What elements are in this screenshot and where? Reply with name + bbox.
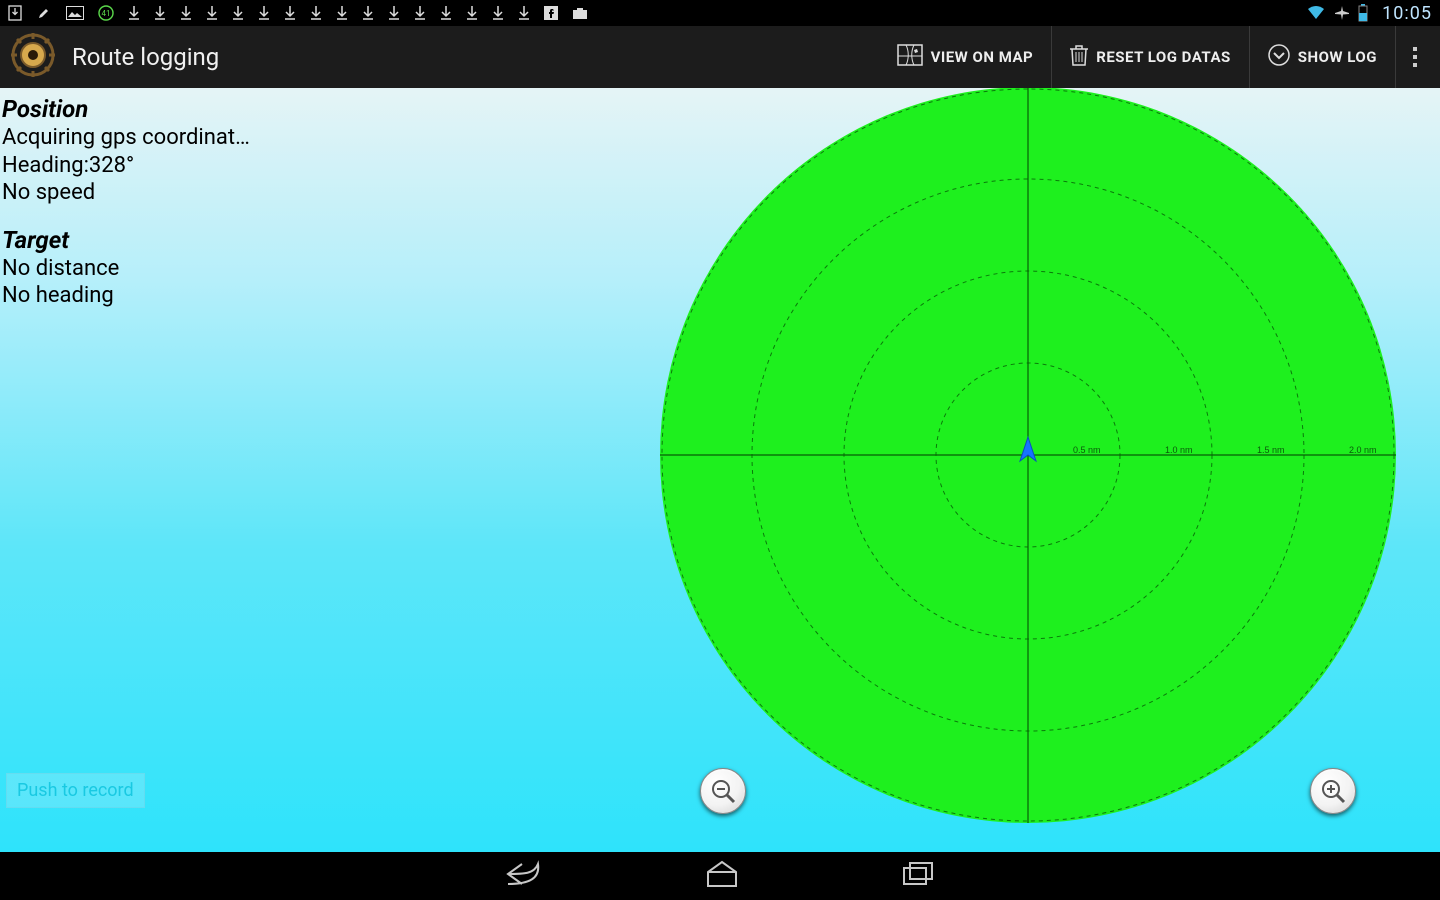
briefcase-icon	[572, 6, 588, 20]
overflow-menu-button[interactable]	[1395, 26, 1434, 88]
download-box-icon	[8, 5, 22, 21]
download-icon	[440, 5, 452, 21]
radar-scope[interactable]: 0.5 nm 1.0 nm 1.5 nm 2.0 nm	[658, 88, 1398, 825]
download-icon	[492, 5, 504, 21]
download-icon	[466, 5, 478, 21]
badge-icon: 41	[98, 5, 114, 21]
download-icon	[180, 5, 192, 21]
ring-label-3: 2.0 nm	[1349, 445, 1377, 455]
home-button[interactable]	[704, 860, 740, 892]
app-action-bar: Route logging VIEW ON MAP RESET LOG DATA…	[0, 26, 1440, 88]
reset-log-button[interactable]: RESET LOG DATAS	[1051, 26, 1249, 88]
svg-text:41: 41	[102, 9, 111, 18]
zoom-in-button[interactable]	[1310, 768, 1356, 814]
status-notifications: 41	[8, 5, 588, 21]
download-icon	[388, 5, 400, 21]
download-icon	[284, 5, 296, 21]
gps-status-text: Acquiring gps coordinat…	[2, 124, 250, 152]
chevron-down-circle-icon	[1268, 44, 1290, 70]
heading-text: Heading:328°	[2, 152, 250, 180]
status-clock: 10:05	[1382, 3, 1432, 24]
view-on-map-button[interactable]: VIEW ON MAP	[879, 26, 1052, 88]
zoom-out-button[interactable]	[700, 768, 746, 814]
download-icon	[336, 5, 348, 21]
speed-text: No speed	[2, 179, 250, 207]
trash-icon	[1070, 44, 1088, 70]
download-icon	[154, 5, 166, 21]
show-log-button[interactable]: SHOW LOG	[1249, 26, 1395, 88]
record-button-label: Push to record	[17, 780, 134, 801]
download-icon	[310, 5, 322, 21]
target-header: Target	[2, 225, 250, 255]
android-status-bar: 41 10:05	[0, 0, 1440, 26]
recents-button[interactable]	[900, 860, 936, 892]
action-buttons: VIEW ON MAP RESET LOG DATAS SHOW LOG	[879, 26, 1434, 88]
record-button[interactable]: Push to record	[6, 773, 145, 808]
download-icon	[362, 5, 374, 21]
app-icon	[10, 32, 56, 82]
airplane-icon	[1334, 5, 1350, 21]
target-heading-text: No heading	[2, 282, 250, 310]
ring-label-1: 1.0 nm	[1165, 445, 1193, 455]
wifi-icon	[1306, 5, 1326, 21]
page-title: Route logging	[72, 43, 219, 71]
content-area: Position Acquiring gps coordinat… Headin…	[0, 88, 1440, 852]
brush-icon	[36, 5, 52, 21]
zoom-in-icon	[1320, 778, 1346, 804]
download-icon	[206, 5, 218, 21]
download-icon	[414, 5, 426, 21]
facebook-icon	[544, 6, 558, 20]
target-distance-text: No distance	[2, 255, 250, 283]
overflow-icon	[1412, 45, 1418, 69]
show-log-label: SHOW LOG	[1298, 48, 1377, 66]
position-header: Position	[2, 94, 250, 124]
download-icon	[518, 5, 530, 21]
download-icon	[258, 5, 270, 21]
status-system: 10:05	[1306, 3, 1432, 24]
download-icon	[232, 5, 244, 21]
view-on-map-label: VIEW ON MAP	[931, 48, 1034, 66]
ring-label-2: 1.5 nm	[1257, 445, 1285, 455]
back-button[interactable]	[504, 860, 544, 892]
android-nav-bar	[0, 852, 1440, 900]
map-icon	[897, 44, 923, 70]
info-panel: Position Acquiring gps coordinat… Headin…	[2, 92, 250, 310]
battery-icon	[1358, 4, 1368, 22]
picture-icon	[66, 6, 84, 20]
reset-log-label: RESET LOG DATAS	[1096, 48, 1231, 66]
ring-label-0: 0.5 nm	[1073, 445, 1101, 455]
zoom-out-icon	[710, 778, 736, 804]
download-icon	[128, 5, 140, 21]
